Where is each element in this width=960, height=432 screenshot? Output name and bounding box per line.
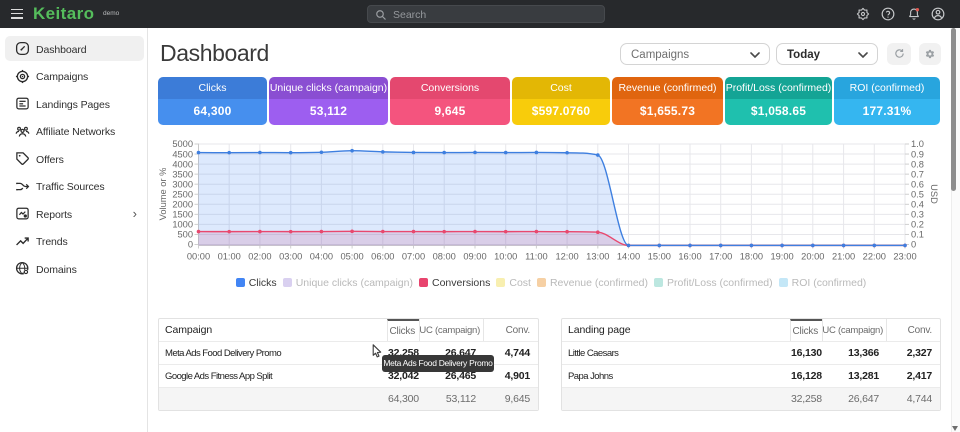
- svg-text:13:00: 13:00: [586, 252, 609, 262]
- svg-text:0.5: 0.5: [911, 189, 924, 199]
- svg-text:1.0: 1.0: [911, 139, 924, 149]
- svg-text:0: 0: [188, 240, 193, 250]
- svg-text:11:00: 11:00: [525, 252, 548, 262]
- svg-text:02:00: 02:00: [248, 252, 271, 262]
- svg-text:0.3: 0.3: [911, 210, 924, 220]
- svg-text:4500: 4500: [172, 149, 193, 159]
- svg-text:03:00: 03:00: [279, 252, 302, 262]
- svg-text:22:00: 22:00: [863, 252, 886, 262]
- svg-text:01:00: 01:00: [218, 252, 241, 262]
- svg-text:15:00: 15:00: [648, 252, 671, 262]
- svg-text:06:00: 06:00: [371, 252, 394, 262]
- svg-text:2500: 2500: [172, 189, 193, 199]
- svg-text:04:00: 04:00: [310, 252, 333, 262]
- svg-text:20:00: 20:00: [801, 252, 824, 262]
- svg-text:14:00: 14:00: [617, 252, 640, 262]
- svg-text:0.1: 0.1: [911, 230, 924, 240]
- svg-text:1000: 1000: [172, 220, 193, 230]
- svg-text:21:00: 21:00: [832, 252, 855, 262]
- svg-text:5000: 5000: [172, 139, 193, 149]
- svg-text:2000: 2000: [172, 200, 193, 210]
- svg-text:05:00: 05:00: [340, 252, 363, 262]
- svg-text:00:00: 00:00: [187, 252, 210, 262]
- svg-text:0.9: 0.9: [911, 149, 924, 159]
- svg-text:500: 500: [177, 230, 193, 240]
- svg-text:17:00: 17:00: [709, 252, 732, 262]
- svg-text:09:00: 09:00: [463, 252, 486, 262]
- svg-text:0.4: 0.4: [911, 200, 924, 210]
- svg-text:0.7: 0.7: [911, 169, 924, 179]
- svg-text:3000: 3000: [172, 179, 193, 189]
- svg-text:10:00: 10:00: [494, 252, 517, 262]
- svg-text:3500: 3500: [172, 169, 193, 179]
- svg-text:16:00: 16:00: [678, 252, 701, 262]
- svg-text:07:00: 07:00: [402, 252, 425, 262]
- svg-text:12:00: 12:00: [555, 252, 578, 262]
- svg-text:18:00: 18:00: [740, 252, 763, 262]
- svg-text:0.8: 0.8: [911, 159, 924, 169]
- svg-text:08:00: 08:00: [433, 252, 456, 262]
- svg-text:0.6: 0.6: [911, 179, 924, 189]
- svg-text:USD: USD: [929, 184, 939, 204]
- svg-text:0: 0: [911, 240, 916, 250]
- svg-text:19:00: 19:00: [770, 252, 793, 262]
- svg-text:23:00: 23:00: [893, 252, 916, 262]
- svg-text:1500: 1500: [172, 210, 193, 220]
- svg-text:0.2: 0.2: [911, 220, 924, 230]
- svg-text:4000: 4000: [172, 159, 193, 169]
- svg-text:Volume or %: Volume or %: [158, 168, 168, 221]
